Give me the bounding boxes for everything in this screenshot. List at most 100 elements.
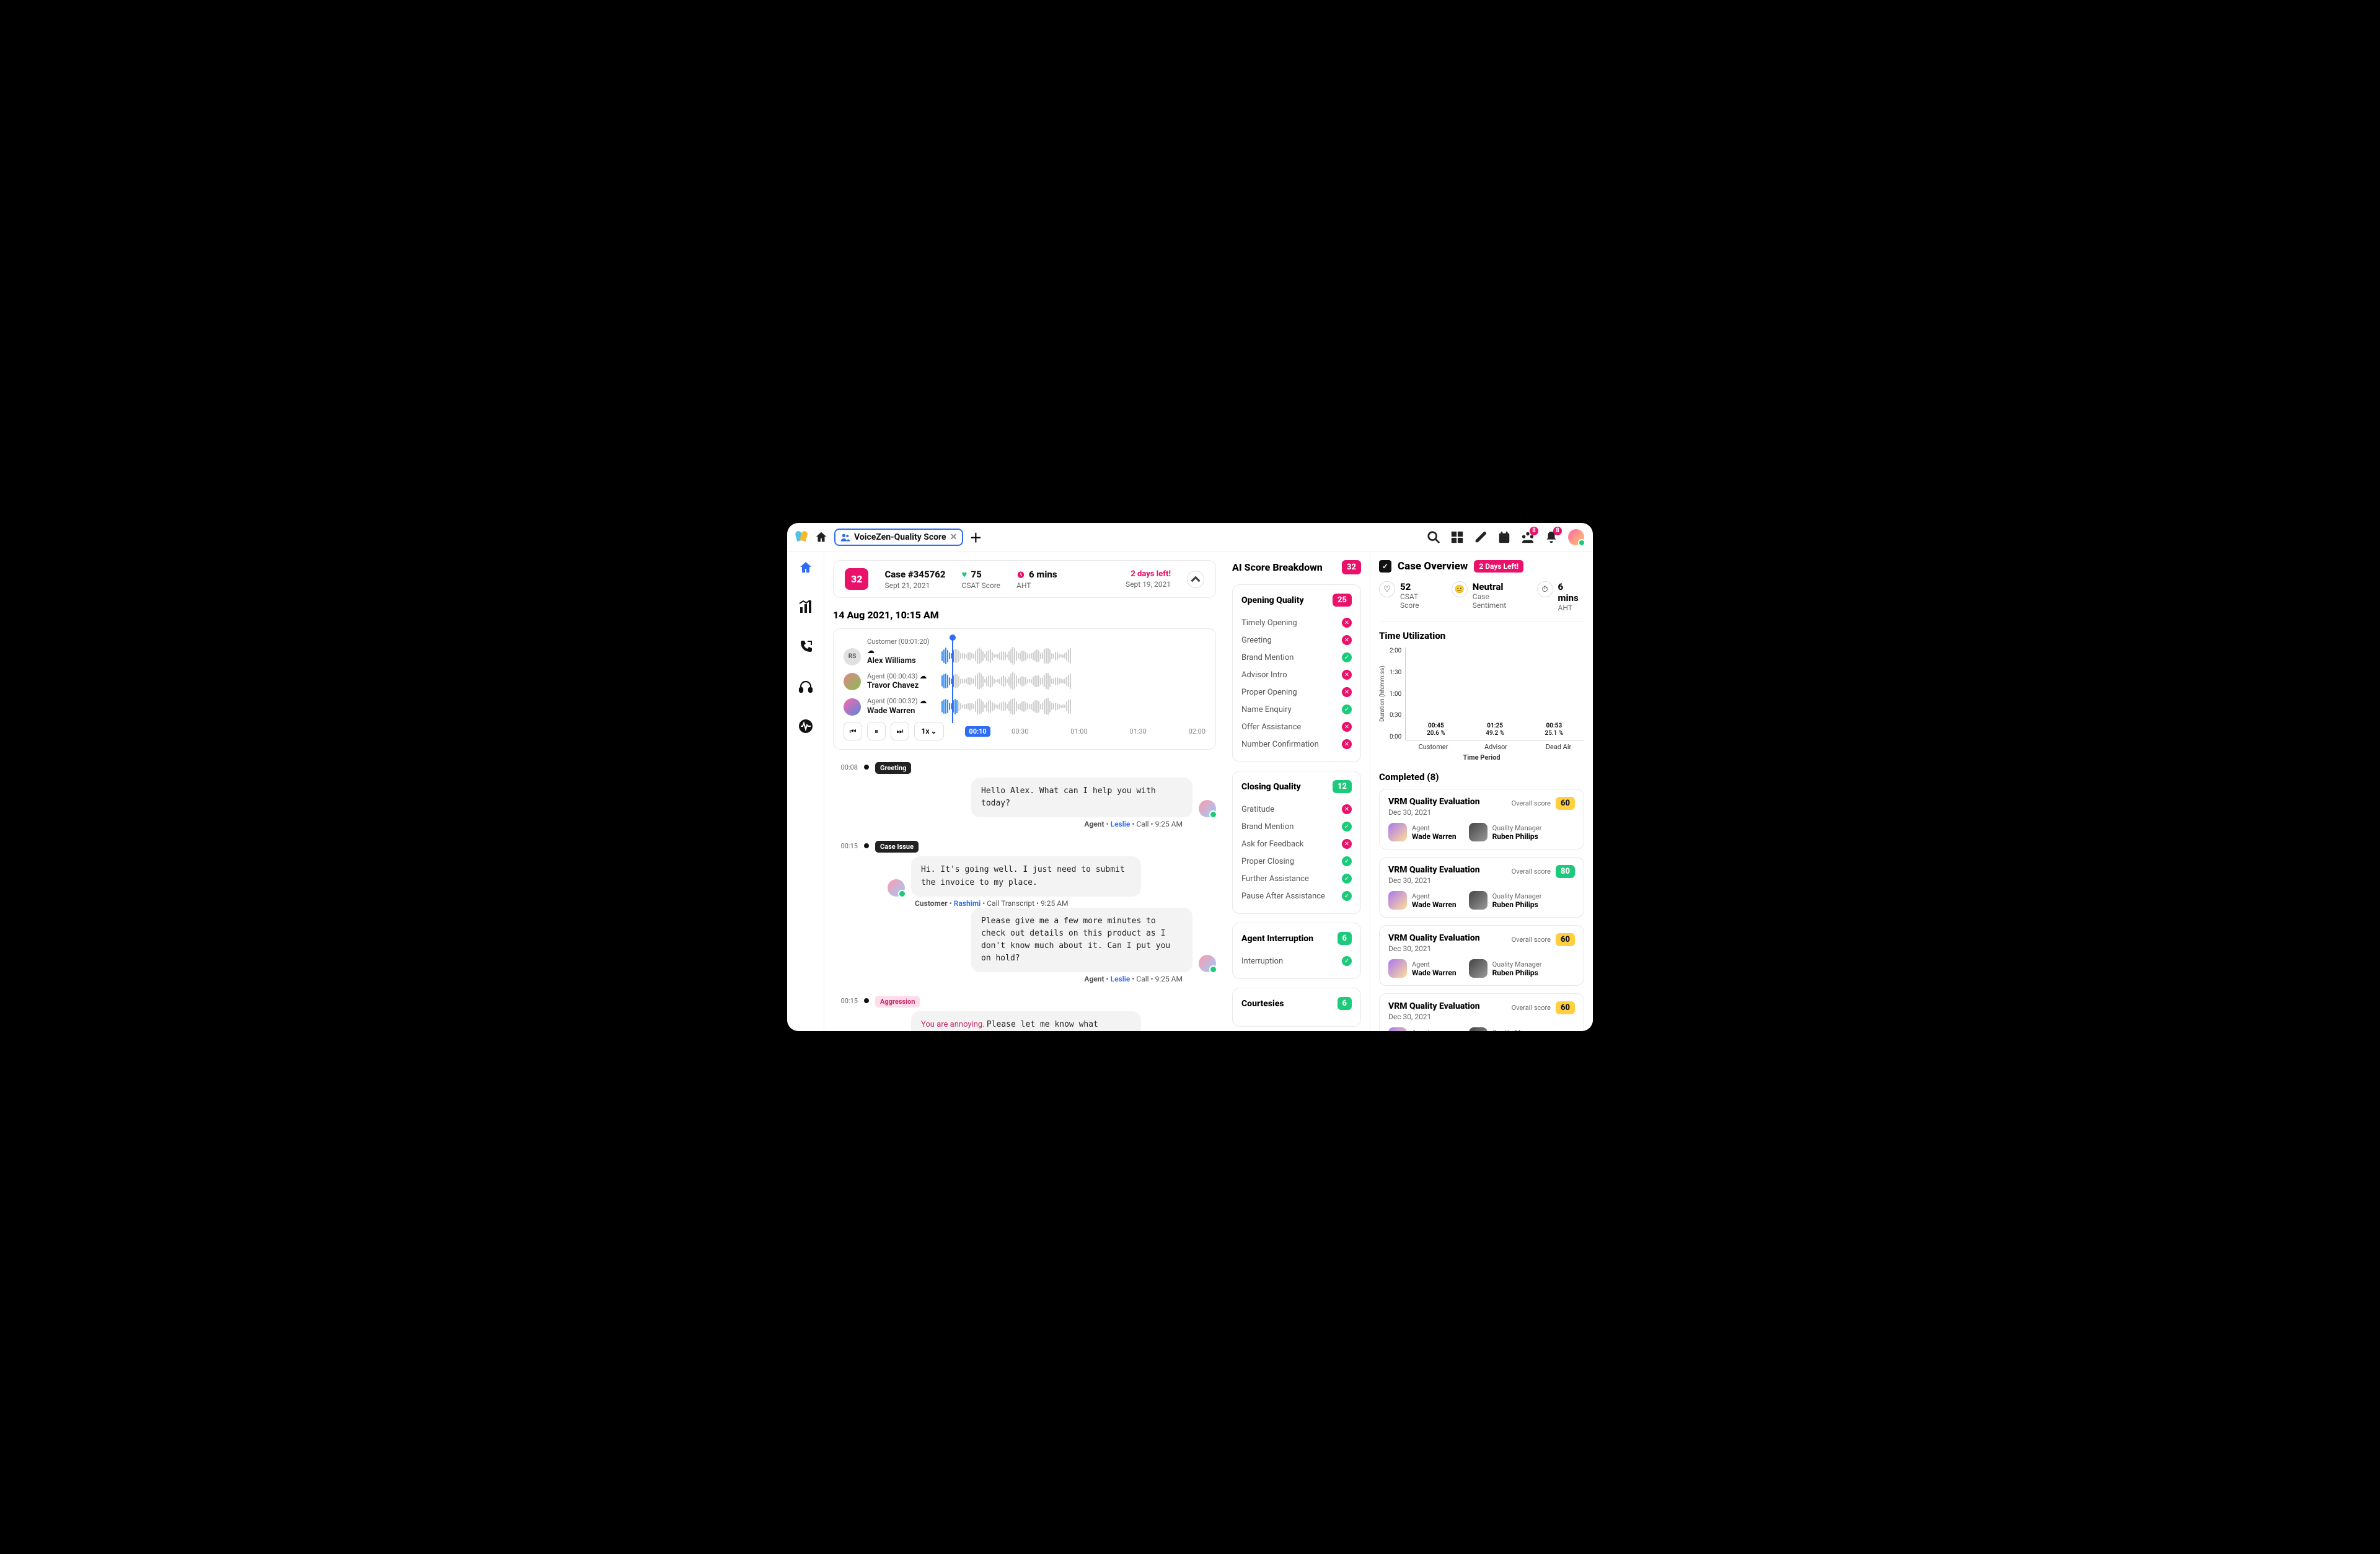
transcript-row: Hello Alex. What can I help you with tod… bbox=[900, 778, 1216, 817]
chart-y-axis: 2:001:301:000:300:00 bbox=[1390, 648, 1401, 740]
breakdown-item: Brand Mention✓ bbox=[1241, 649, 1352, 666]
chevron-down-icon: ⌄ bbox=[930, 727, 937, 735]
completed-score: 80 bbox=[1556, 865, 1575, 878]
transcript-block: 00:15AggressionYou are annoying. Please … bbox=[833, 994, 1216, 1031]
close-icon[interactable]: ✕ bbox=[950, 532, 958, 542]
breakdown-item: Brand Mention✓ bbox=[1241, 818, 1352, 835]
completed-title: VRM Quality Evaluation bbox=[1388, 933, 1480, 943]
completed-title: VRM Quality Evaluation bbox=[1388, 1001, 1480, 1011]
completed-card[interactable]: VRM Quality EvaluationDec 30, 2021 Overa… bbox=[1379, 993, 1584, 1031]
transcript-row: Hi. It's going well. I just need to subm… bbox=[888, 856, 1216, 896]
completed-card[interactable]: VRM Quality EvaluationDec 30, 2021 Overa… bbox=[1379, 789, 1584, 849]
group-score: 25 bbox=[1333, 594, 1352, 607]
tab-label: VoiceZen-Quality Score bbox=[854, 532, 946, 542]
completed-date: Dec 30, 2021 bbox=[1388, 1012, 1480, 1021]
workspace-tab[interactable]: VoiceZen-Quality Score ✕ bbox=[834, 529, 963, 546]
speed-select[interactable]: 1x⌄ bbox=[914, 722, 944, 740]
avatar bbox=[1388, 1027, 1407, 1031]
time-util-title: Time Utilization bbox=[1379, 630, 1584, 641]
chart-area: 00:4520.6 %01:2549.2 %00:5325.1 % bbox=[1405, 648, 1584, 740]
completed-date: Dec 30, 2021 bbox=[1388, 876, 1480, 885]
community-icon[interactable]: 8 bbox=[1521, 530, 1535, 544]
nav-home-icon[interactable] bbox=[798, 560, 813, 575]
check-icon: ✓ bbox=[1342, 891, 1352, 901]
group-score: 6 bbox=[1338, 997, 1352, 1010]
transcript-tag: Case Issue bbox=[875, 841, 919, 853]
cloud-icon: ☁ bbox=[919, 672, 927, 680]
overview-title: Case Overview bbox=[1398, 560, 1468, 573]
transcript-row: You are annoying. Please let me know wha… bbox=[888, 1011, 1216, 1031]
home-icon[interactable] bbox=[814, 530, 828, 544]
breakdown-item: Name Enquiry✓ bbox=[1241, 701, 1352, 718]
case-header-card: 32 Case #345762 Sept 21, 2021 ♥75 CSAT S… bbox=[833, 560, 1216, 598]
avatar bbox=[1469, 959, 1488, 978]
completed-card[interactable]: VRM Quality EvaluationDec 30, 2021 Overa… bbox=[1379, 925, 1584, 986]
nav-analytics-icon[interactable] bbox=[798, 600, 813, 615]
add-tab-button[interactable]: ＋ bbox=[969, 528, 982, 546]
transcript-bubble: You are annoying. Please let me know wha… bbox=[911, 1011, 1141, 1031]
check-icon: ✓ bbox=[1342, 856, 1352, 866]
cross-icon: ✕ bbox=[1342, 687, 1352, 697]
sidenav bbox=[787, 551, 824, 1031]
breakdown-item: Ask for Feedback✕ bbox=[1241, 835, 1352, 853]
check-icon: ✓ bbox=[1342, 652, 1352, 662]
person-qm: Quality ManagerRuben Philips bbox=[1469, 1027, 1542, 1031]
calendar-icon[interactable] bbox=[1497, 530, 1511, 544]
breakdown-item: Timely Opening✕ bbox=[1241, 614, 1352, 631]
collapse-button[interactable] bbox=[1187, 571, 1204, 588]
cross-icon: ✕ bbox=[1342, 670, 1352, 680]
logo-icon bbox=[796, 531, 808, 543]
clock-icon bbox=[1016, 570, 1025, 579]
avatar[interactable] bbox=[1568, 529, 1584, 545]
dot-icon bbox=[864, 998, 869, 1003]
check-icon: ✓ bbox=[1342, 874, 1352, 884]
nav-call-icon[interactable] bbox=[798, 639, 813, 654]
timeline-ticks[interactable]: 00:10 00:10 00:30 01:00 01:30 02:00 bbox=[953, 727, 1205, 735]
aht-value: 6 mins bbox=[1029, 569, 1057, 580]
group-title: Courtesies bbox=[1241, 999, 1284, 1009]
skip-forward-button[interactable]: ⏭ bbox=[891, 722, 909, 740]
csat-label: CSAT Score bbox=[962, 581, 1000, 590]
transcript-time: 00:15 bbox=[833, 994, 858, 1031]
pause-button[interactable]: ⏸ bbox=[867, 722, 886, 740]
chart-y-label: Duration (hh:mm:ss) bbox=[1379, 648, 1386, 740]
current-position: 00:10 bbox=[965, 726, 990, 737]
breakdown-item: Number Confirmation✕ bbox=[1241, 735, 1352, 753]
person-agent: AgentWade Warren bbox=[1388, 823, 1457, 841]
compose-icon[interactable] bbox=[1474, 530, 1488, 544]
speaker-avatar bbox=[888, 879, 905, 897]
cloud-icon: ☁ bbox=[919, 696, 927, 705]
stat-icon: 😐 bbox=[1452, 581, 1468, 597]
overview-stat: ⏱6 minsAHT bbox=[1537, 581, 1584, 612]
completed-score: 60 bbox=[1556, 933, 1575, 946]
speaker-avatar bbox=[1199, 800, 1216, 817]
channel-name: Wade Warren bbox=[867, 706, 935, 716]
overview-stats: ♡52CSAT Score😐NeutralCase Sentiment⏱6 mi… bbox=[1379, 581, 1584, 621]
topbar-right: 8 8 bbox=[1427, 529, 1584, 545]
avatar bbox=[1388, 823, 1407, 841]
breakdown-item: Advisor Intro✕ bbox=[1241, 666, 1352, 683]
completed-score: 60 bbox=[1556, 797, 1575, 810]
transcript-time: 00:08 bbox=[833, 761, 858, 828]
cross-icon: ✕ bbox=[1342, 722, 1352, 732]
search-icon[interactable] bbox=[1427, 530, 1440, 544]
apps-icon[interactable] bbox=[1450, 530, 1464, 544]
heart-icon: ♥ bbox=[962, 569, 967, 580]
transcript-meta: Agent • Leslie • Call • 9:25 AM bbox=[875, 975, 1183, 983]
avatar bbox=[1388, 891, 1407, 910]
person-agent: AgentWade Warren bbox=[1388, 959, 1457, 978]
playhead[interactable] bbox=[952, 638, 953, 723]
person-agent: AgentWade Warren bbox=[1388, 891, 1457, 910]
nav-activity-icon[interactable] bbox=[798, 719, 813, 734]
chart-x-label: Time Period bbox=[1379, 753, 1584, 762]
case-score-badge: 32 bbox=[845, 568, 868, 590]
check-icon: ✓ bbox=[1342, 956, 1352, 966]
transcript-block: 00:15Case IssueHi. It's going well. I ju… bbox=[833, 840, 1216, 983]
skip-back-button[interactable]: ⏮ bbox=[844, 722, 862, 740]
check-icon: ✓ bbox=[1342, 822, 1352, 832]
transcript-bubble: Please give me a few more minutes to che… bbox=[971, 908, 1192, 973]
bell-icon[interactable]: 8 bbox=[1545, 530, 1558, 544]
stat-icon: ♡ bbox=[1379, 581, 1395, 597]
completed-card[interactable]: VRM Quality EvaluationDec 30, 2021 Overa… bbox=[1379, 857, 1584, 918]
nav-headset-icon[interactable] bbox=[798, 679, 813, 694]
